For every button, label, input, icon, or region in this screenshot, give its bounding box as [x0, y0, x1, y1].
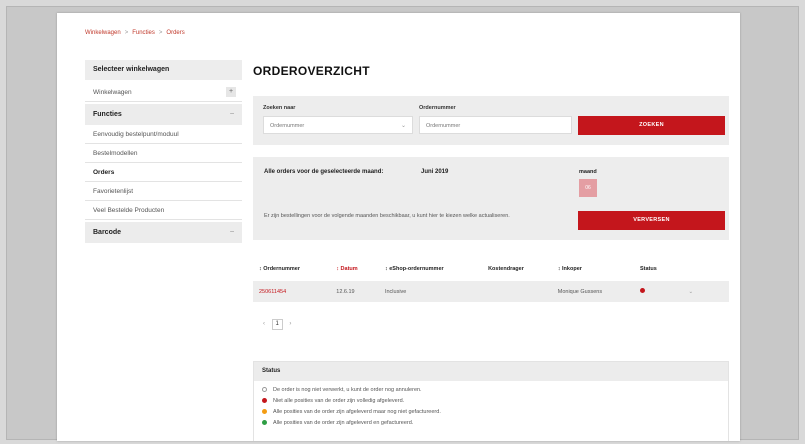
sidebar: Selecteer winkelwagen Winkelwagen + Func…: [85, 60, 242, 243]
verversen-button[interactable]: VERVERSEN: [578, 211, 725, 230]
col-status: Status: [639, 266, 657, 272]
table-header-row: ↕ Ordernummer ↕ Datum ↕ eShop-ordernumme…: [253, 262, 729, 281]
collapse-icon[interactable]: –: [230, 228, 234, 235]
page-title: ORDEROVERZICHT: [253, 64, 370, 78]
col-inkoper[interactable]: ↕ Inkoper: [552, 262, 634, 281]
sidebar-item-veel-bestelde-producten[interactable]: Veel Bestelde Producten: [85, 201, 242, 220]
zoeken-op-select[interactable]: Ordernummer ⌄: [263, 116, 413, 134]
sidebar-item-label: Winkelwagen: [93, 89, 132, 96]
status-red-icon: [262, 398, 267, 404]
collapse-icon[interactable]: –: [230, 110, 234, 117]
zoeken-button[interactable]: ZOEKEN: [578, 116, 725, 135]
sidebar-select-title[interactable]: Selecteer winkelwagen: [85, 60, 242, 80]
status-green-icon: [262, 420, 267, 426]
legend-text: Alle posities van de order zijn afgeleve…: [273, 409, 441, 415]
cell-datum: 12.6.19: [330, 281, 379, 302]
ordernummer-label: Ordernummer: [419, 105, 456, 111]
next-page-icon[interactable]: ›: [289, 321, 291, 327]
cell-kostendrager: [482, 281, 552, 302]
status-open-icon: [262, 387, 267, 393]
legend-item: Alle posities van de order zijn afgeleve…: [262, 409, 720, 420]
table-row[interactable]: 250611454 12.6.19 Inclusive Monique Guss…: [253, 281, 729, 302]
pagination: ‹ 1 ›: [263, 319, 291, 330]
month-info-panel: Alle orders voor de geselecteerde maand:…: [253, 157, 729, 240]
orders-table: ↕ Ordernummer ↕ Datum ↕ eShop-ordernumme…: [253, 262, 729, 302]
chevron-down-icon[interactable]: ⌄: [688, 289, 693, 295]
legend-item: De order is nog niet verwerkt, u kunt de…: [262, 387, 720, 398]
maand-select[interactable]: 06: [579, 179, 597, 197]
cell-inkoper: Monique Gussens: [551, 281, 634, 302]
zoeken-op-label: Zoeken naar: [263, 105, 296, 111]
status-dot-icon: [639, 288, 645, 293]
breadcrumb-item-functies[interactable]: Functies: [132, 30, 155, 36]
legend-item: Niet alle posities van de order zijn vol…: [262, 398, 720, 409]
col-eshop-ordernummer[interactable]: ↕ eShop-ordernummer: [379, 262, 482, 281]
zoeken-op-value: Ordernummer: [270, 123, 305, 129]
sidebar-item-bestelmodellen[interactable]: Bestelmodellen: [85, 144, 242, 163]
month-info-date: Juni 2019: [421, 169, 449, 175]
cell-ordernummer[interactable]: 250611454: [253, 281, 331, 302]
ordernummer-input[interactable]: Ordernummer: [419, 116, 572, 134]
chevron-down-icon: ⌄: [400, 123, 406, 129]
expand-icon[interactable]: +: [226, 87, 236, 97]
legend-text: De order is nog niet verwerkt, u kunt de…: [273, 387, 422, 393]
cell-status: ⌄: [633, 281, 729, 302]
breadcrumb-separator: >: [124, 30, 129, 36]
sidebar-item-favorietenlijst[interactable]: Favorietenlijst: [85, 182, 242, 201]
main-content: ORDEROVERZICHT Zoeken naar Ordernummer ⌄…: [253, 60, 729, 441]
legend-text: Niet alle posities van de order zijn vol…: [273, 398, 405, 404]
page: Winkelwagen > Functies > Orders Selecteer wi…: [57, 13, 740, 441]
month-info-title: Alle orders voor de geselecteerde maand:: [264, 169, 384, 175]
prev-page-icon[interactable]: ‹: [263, 321, 265, 327]
maand-label: maand: [579, 169, 597, 175]
month-info-text: Er zijn bestellingen voor de volgende ma…: [264, 213, 510, 219]
sidebar-group-barcode[interactable]: Barcode –: [85, 222, 242, 243]
sidebar-item-orders[interactable]: Orders: [85, 163, 242, 182]
breadcrumb-separator: >: [158, 30, 163, 36]
screenshot-frame: Winkelwagen > Functies > Orders Selecteer wi…: [6, 6, 799, 441]
status-orange-icon: [262, 409, 267, 415]
sidebar-group-label: Barcode: [93, 229, 122, 236]
sidebar-item-winkelwagen[interactable]: Winkelwagen +: [85, 83, 242, 102]
status-legend-title: Status: [254, 362, 728, 381]
cell-eshop: Inclusive: [378, 281, 483, 302]
status-legend: De order is nog niet verwerkt, u kunt de…: [254, 381, 728, 431]
status-legend-panel: Status De order is nog niet verwerkt, u …: [253, 361, 729, 441]
col-kostendrager: Kostendrager: [488, 266, 524, 272]
sidebar-item-bestelpunt[interactable]: Eenvoudig bestelpunt/moduul: [85, 125, 242, 144]
current-page[interactable]: 1: [271, 319, 283, 330]
search-panel: Zoeken naar Ordernummer ⌄ Ordernummer Or…: [253, 96, 729, 145]
breadcrumb: Winkelwagen > Functies > Orders: [85, 30, 185, 36]
sidebar-group-label: Functies: [93, 111, 122, 118]
legend-text: Alle posities van de order zijn afgeleve…: [273, 420, 414, 426]
col-ordernummer[interactable]: ↕ Ordernummer: [253, 262, 330, 281]
breadcrumb-item-orders: Orders: [166, 30, 185, 36]
breadcrumb-item-winkelwagen[interactable]: Winkelwagen: [85, 30, 121, 36]
sidebar-group-functies[interactable]: Functies –: [85, 104, 242, 125]
legend-item: Alle posities van de order zijn afgeleve…: [262, 420, 720, 431]
col-datum[interactable]: ↕ Datum: [330, 262, 379, 281]
